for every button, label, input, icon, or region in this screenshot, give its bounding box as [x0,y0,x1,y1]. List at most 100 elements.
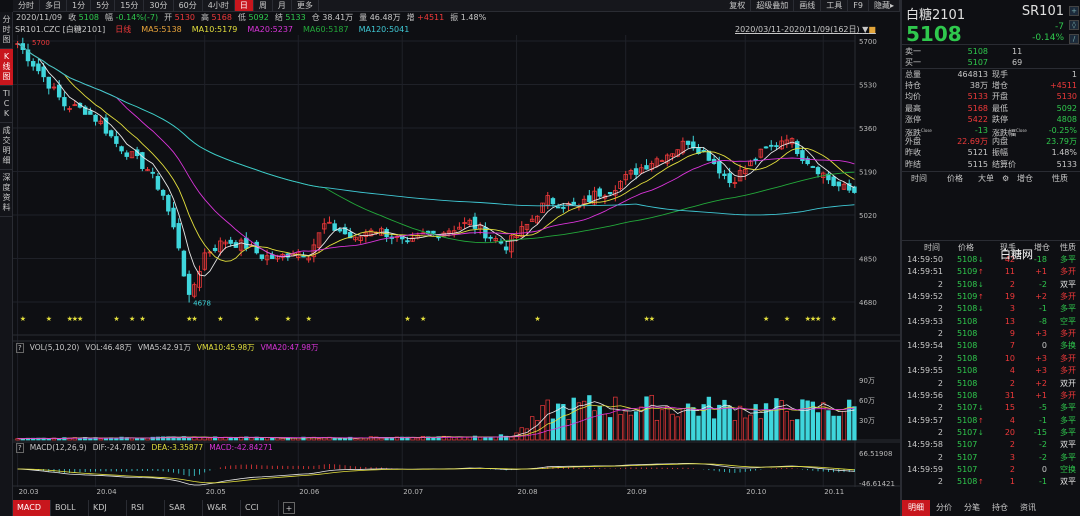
trade-row: 14:59:55 5108 4 +3 多开 [902,365,1080,377]
period-tab[interactable]: 多日 [40,0,67,11]
lock-icon[interactable]: ■ [868,25,876,34]
add-icon[interactable]: + [1069,6,1079,16]
tool-button[interactable]: 复权 [724,0,752,12]
indicator-tab[interactable]: W&R [203,500,241,516]
close-superscript: Close [1016,128,1027,133]
info-label: 收 [68,13,77,22]
period-tab[interactable]: 60分 [174,0,203,11]
trade-oi-change: +2 [1035,292,1047,302]
indicator-tab[interactable]: BOLL [51,500,89,516]
trade-price: 5108 [957,366,978,376]
period-tab[interactable]: 1分 [67,0,92,11]
tool-button[interactable]: 超级叠加 [751,0,795,12]
volume-bar [815,412,821,441]
indicator-tab[interactable]: MACD [13,500,51,516]
info-label: 振 [450,13,459,22]
settings-icon[interactable]: ⚙ [1002,173,1009,185]
trade-nature: 多平 [1060,427,1076,437]
trades-header-cell: 时间 [924,243,940,252]
indicator-tab[interactable]: SAR [165,500,203,516]
indicator-tab[interactable]: RSI [127,500,165,516]
trade-price: 5108 [957,279,978,289]
tape-header-cell[interactable]: 时间 [911,173,927,185]
signal-star: ★ [649,315,655,323]
alert-icon[interactable]: ◊ [1069,20,1079,30]
trade-time: 2 [937,353,943,363]
candle-body [503,246,509,251]
ma20-line [17,43,855,257]
trade-price: 5107 [957,464,978,474]
trade-price: 5109 [957,292,978,302]
trade-oi-change: -5 [1039,403,1047,413]
volume-bar [368,436,374,441]
indicator-tab[interactable]: KDJ [89,500,127,516]
side-tab[interactable]: TICK [0,86,13,123]
candle-body [124,152,129,157]
help-icon[interactable]: ? [16,443,24,453]
date-range-link[interactable]: 2020/03/11-2020/11/09(162日) ▼■ [735,24,876,35]
info-open_label: 开 5130 [164,12,195,24]
candle-body [753,158,758,161]
volume-bar [654,419,660,441]
detail-tab[interactable]: 持仓 [986,500,1014,516]
period-tab[interactable]: 分时 [13,0,40,11]
candle-body [550,198,556,205]
trade-volume: 1 [1009,477,1015,487]
detail-tab[interactable]: 分笔 [958,500,986,516]
side-tab[interactable]: K线图 [0,49,13,86]
candle-body [160,189,166,196]
period-tab[interactable]: 月 [273,0,292,11]
detail-tab[interactable]: 资讯 [1014,500,1042,516]
trade-price: 5107 [957,427,978,437]
signal-star: ★ [129,315,135,323]
side-tab[interactable]: 分时图 [0,12,13,49]
period-tab[interactable]: 周 [254,0,273,11]
period-tab[interactable]: 15分 [115,0,145,11]
kline-chart[interactable]: 5700 4678 5700 5530 5360 5190 5020 4850 4680 ★ ★ ★ ★… [13,35,900,487]
volume-tick: 90万 [859,377,875,385]
trade-nature: 多开 [1060,390,1076,400]
date-label: 20.10 [746,488,767,496]
side-tab[interactable]: 深度资料 [0,170,13,217]
trade-time: 14:59:53 [907,316,943,326]
period-tab[interactable]: 更多 [292,0,319,11]
indicator-tab[interactable]: + [283,502,295,514]
tape-header-cell[interactable]: 大单 [978,173,994,185]
stat-row: 均价 5133 开盘 5130 [902,91,1080,102]
indicator-tab[interactable]: CCI [241,500,279,516]
stat-label: 昨结 [905,159,921,169]
volume-bar [592,410,597,441]
period-tab[interactable]: 日 [234,0,254,11]
volume-bar [140,437,145,441]
date-label: 20.06 [299,488,320,496]
candle-body [108,130,114,137]
candle-body [155,176,161,190]
detail-tab[interactable]: 分价 [930,500,958,516]
volume-bar [774,398,779,441]
trade-row: 2 5107 ↓ 20 -15 多平 [902,427,1080,439]
tool-button[interactable]: 工具 [821,0,849,12]
detail-tab[interactable]: 明细 [902,500,930,516]
tool-button[interactable]: 画线 [794,0,822,12]
help-icon[interactable]: ? [16,343,24,353]
book-price: 5107 [967,58,988,67]
info-value: 5092 [248,13,269,22]
tool-button[interactable]: 隐藏▸ [869,0,900,12]
tape-header-cell[interactable]: 价格 [947,173,963,185]
info-settle_label: 结 5133 [275,12,306,24]
arrow-down-icon: ↓ [978,256,984,264]
period-tab[interactable]: 30分 [144,0,174,11]
book-label: 卖一 [905,47,921,56]
trade-nature: 双平 [1060,477,1076,487]
candle-body [431,230,436,234]
tape-header-cell[interactable]: 增仓 [1017,173,1033,185]
tape-header-cell[interactable]: 性质 [1052,173,1068,185]
period-tab[interactable]: 5分 [91,0,116,11]
period-tab[interactable]: 4小时 [203,0,235,11]
trade-row: 2 5108 10 +3 多开 [902,353,1080,365]
ma120-label: MA120:5041 [358,25,410,34]
side-tab[interactable]: 成交明细 [0,123,13,170]
edit-icon[interactable]: / [1069,34,1079,44]
tool-button[interactable]: F9 [848,0,869,12]
candle-body [62,97,67,107]
